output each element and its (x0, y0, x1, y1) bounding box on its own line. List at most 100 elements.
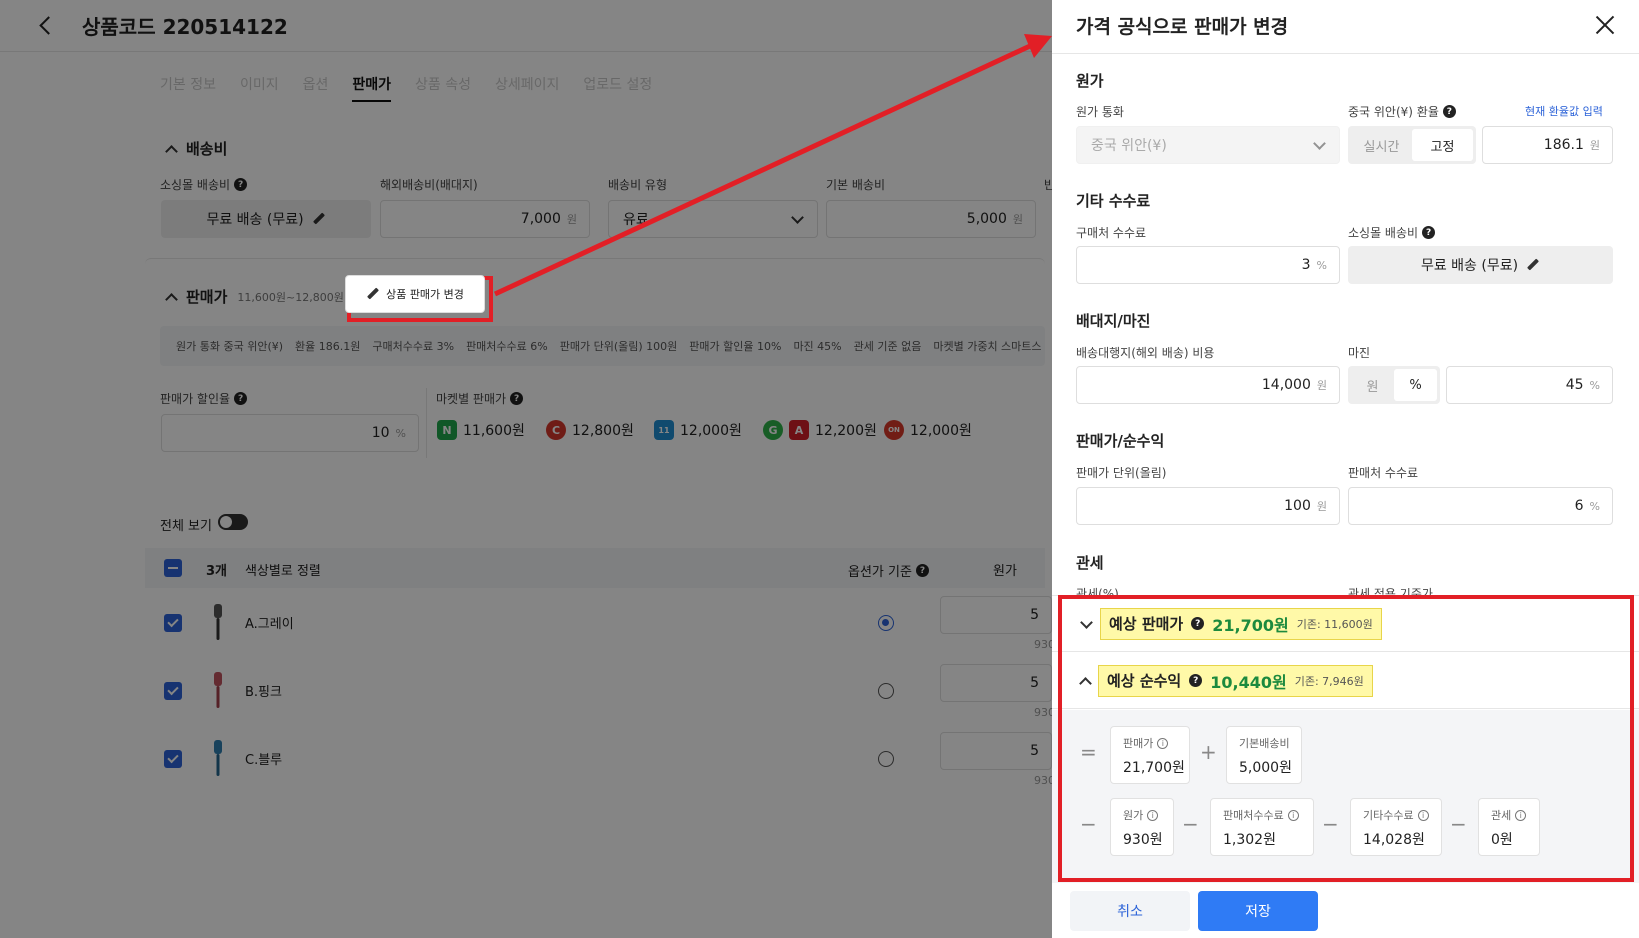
margin-unit-percent[interactable]: % (1394, 369, 1437, 401)
info-icon[interactable]: i (1287, 809, 1299, 821)
chip-label: 관세 (1491, 809, 1512, 822)
expected-price-value: 21,700원 (1212, 615, 1289, 635)
close-icon[interactable] (1594, 14, 1616, 36)
unit-label: 원 (1589, 139, 1600, 152)
input-value: 100 (1284, 498, 1311, 514)
modal-dim-overlay[interactable] (0, 0, 1052, 938)
help-icon[interactable]: ? (1189, 674, 1203, 687)
chip-value: 930원 (1123, 832, 1163, 848)
breakdown-cost: 원가 i 930원 (1110, 798, 1174, 856)
buyer-fee-label: 구매처 수수료 (1076, 226, 1147, 240)
unit-label: % (1316, 258, 1327, 272)
margin-input[interactable]: 45 % (1446, 366, 1613, 404)
buyer-fee-input[interactable]: 3 % (1076, 246, 1340, 284)
price-unit-input[interactable]: 100 원 (1076, 487, 1340, 525)
margin-unit-toggle: 원 % (1348, 366, 1440, 404)
price-formula-panel: 가격 공식으로 판매가 변경 원가 원가 통화 중국 위안(¥) 환율? 현재 … (1052, 0, 1639, 938)
pencil-icon (366, 287, 380, 301)
rate-mode-realtime[interactable]: 실시간 (1351, 129, 1412, 161)
forwarder-cost-label: 배송대행지(해외 배송) 비용 (1076, 346, 1215, 360)
button-label: 무료 배송 (무료) (1420, 258, 1519, 274)
currency-label: 원가 통화 (1076, 105, 1124, 119)
plus-sign: + (1200, 740, 1217, 764)
select-value: 중국 위안(¥) (1091, 138, 1167, 154)
breakdown-other-fee: 기타수수료 i 14,028원 (1350, 798, 1442, 856)
edit-product-price-button-highlight[interactable]: 상품 판매가 변경 (345, 275, 485, 313)
sourcing-shipping-button[interactable]: 무료 배송 (무료) (1348, 246, 1613, 284)
input-value: 6 (1574, 498, 1584, 514)
expected-price-highlight: 예상 판매가 ? 21,700원 기존: 11,600원 (1100, 607, 1382, 640)
chip-value: 0원 (1491, 832, 1513, 848)
expected-price-row[interactable]: 예상 판매가 ? 21,700원 기존: 11,600원 (1052, 596, 1639, 652)
expected-price-label: 예상 판매가 (1109, 615, 1184, 633)
cost-section-title: 원가 (1076, 72, 1104, 90)
info-icon[interactable]: i (1157, 737, 1169, 749)
exchange-rate-input[interactable]: 186.1 원 (1482, 126, 1613, 164)
breakdown-seller-fee: 판매처수수료 i 1,302원 (1210, 798, 1314, 856)
sourcing-shipping-label: 소싱몰 배송비? (1348, 224, 1436, 241)
button-label: 상품 판매가 변경 (386, 288, 464, 301)
chip-value: 1,302원 (1223, 832, 1276, 848)
chevron-down-icon (1313, 139, 1325, 151)
chip-value: 5,000원 (1239, 760, 1292, 776)
expected-profit-base: 기존: 7,946원 (1294, 674, 1364, 688)
current-rate-link[interactable]: 현재 환율값 입력 (1525, 103, 1603, 119)
chip-label: 판매처수수료 (1223, 809, 1284, 822)
customs-section-title: 관세 (1076, 554, 1104, 572)
rate-mode-fixed[interactable]: 고정 (1412, 129, 1473, 161)
pencil-icon (1526, 258, 1540, 272)
currency-select[interactable]: 중국 위안(¥) (1076, 126, 1340, 164)
breakdown-sale-price: 판매가 i 21,700원 (1110, 726, 1190, 784)
input-value: 14,000 (1261, 377, 1311, 393)
margin-unit-won[interactable]: 원 (1351, 369, 1394, 401)
chip-value: 14,028원 (1363, 832, 1425, 848)
price-unit-label: 판매가 단위(올림) (1076, 466, 1167, 480)
exchange-rate-label: 중국 위안(¥) 환율? (1348, 103, 1456, 120)
seller-fee-input[interactable]: 6 % (1348, 487, 1613, 525)
input-value: 3 (1301, 257, 1311, 273)
chip-label: 원가 (1123, 809, 1144, 822)
breakdown-customs: 관세 i 0원 (1478, 798, 1540, 856)
expected-profit-value: 10,440원 (1210, 672, 1287, 692)
expected-profit-row[interactable]: 예상 순수익 ? 10,440원 기존: 7,946원 (1052, 653, 1639, 709)
info-icon[interactable]: i (1515, 809, 1527, 821)
price-profit-section-title: 판매가/순수익 (1076, 432, 1165, 450)
breakdown-base-shipping: 기본배송비 5,000원 (1226, 726, 1302, 784)
label-text: 소싱몰 배송비 (1348, 226, 1419, 240)
customs-rate-label: 관세(%) (1076, 587, 1119, 595)
divider (1052, 53, 1639, 54)
unit-label: 원 (1316, 500, 1327, 513)
seller-fee-label: 판매처 수수료 (1348, 466, 1419, 480)
chip-label: 기타수수료 (1363, 809, 1414, 822)
help-icon[interactable]: ? (1422, 226, 1436, 239)
info-icon[interactable]: i (1417, 809, 1429, 821)
save-button[interactable]: 저장 (1198, 891, 1318, 931)
unit-label: 원 (1316, 379, 1327, 392)
chip-label: 판매가 (1123, 737, 1154, 750)
panel-title: 가격 공식으로 판매가 변경 (1076, 16, 1289, 38)
chip-label: 기본배송비 (1239, 737, 1290, 750)
forwarder-cost-input[interactable]: 14,000 원 (1076, 366, 1340, 404)
minus-sign: − (1322, 812, 1339, 836)
input-value: 186.1 (1543, 137, 1584, 153)
expected-summary: 예상 판매가 ? 21,700원 기존: 11,600원 예상 순수익 ? 10… (1052, 595, 1639, 883)
chip-value: 21,700원 (1123, 760, 1185, 776)
help-icon[interactable]: ? (1191, 617, 1205, 630)
minus-sign: − (1182, 812, 1199, 836)
chevron-up-icon (1080, 676, 1090, 686)
unit-label: % (1589, 499, 1600, 513)
chevron-down-icon (1080, 618, 1092, 630)
fee-section-title: 기타 수수료 (1076, 192, 1151, 210)
customs-base-label: 관세 적용 기준가 (1348, 587, 1433, 595)
equals-sign: = (1080, 740, 1097, 764)
input-value: 45 (1565, 377, 1584, 393)
rate-mode-toggle: 실시간 고정 (1348, 126, 1476, 164)
info-icon[interactable]: i (1147, 809, 1159, 821)
help-icon[interactable]: ? (1442, 105, 1456, 118)
cancel-button[interactable]: 취소 (1070, 891, 1190, 931)
minus-sign: − (1080, 812, 1097, 836)
margin-label: 마진 (1348, 346, 1371, 360)
unit-label: % (1589, 378, 1600, 392)
expected-profit-highlight: 예상 순수익 ? 10,440원 기존: 7,946원 (1098, 664, 1373, 697)
expected-price-base: 기존: 11,600원 (1296, 617, 1373, 631)
